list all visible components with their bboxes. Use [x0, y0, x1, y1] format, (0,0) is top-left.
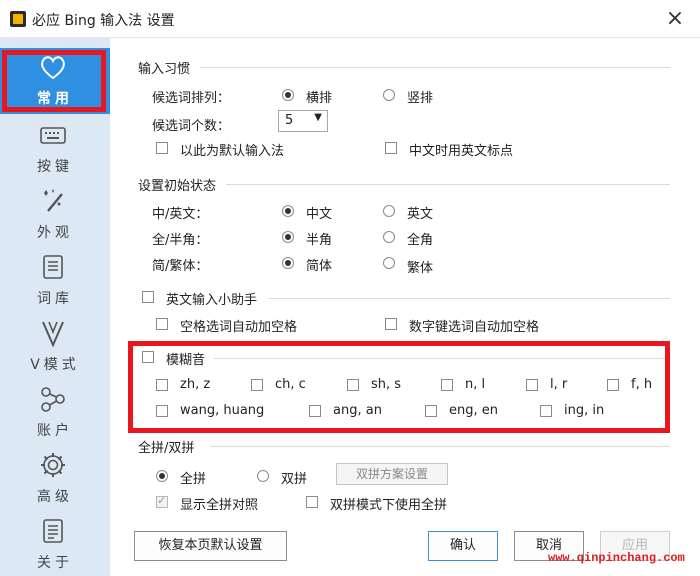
sidebar-item-label: 账户 — [37, 423, 73, 439]
settings-panel: 输入习惯 候选词排列： 横排 竖排 候选词个数： 5 ▼ 以此为默认输入法 中文… — [110, 38, 700, 576]
candidate-order-label: 候选词排列： — [152, 91, 231, 106]
section-divider — [226, 184, 670, 185]
digit-select-checkbox[interactable] — [385, 318, 397, 330]
section-divider — [268, 298, 670, 299]
dropdown-arrow-icon: ▼ — [314, 112, 322, 123]
initial-chinese-label: 中文 — [306, 207, 333, 222]
order-horizontal-label: 横排 — [306, 91, 333, 106]
digit-select-label: 数字键选词自动加空格 — [409, 320, 540, 335]
keyboard-icon — [40, 127, 66, 144]
candidate-count-value: 5 — [285, 113, 294, 128]
sidebar-nav: 常用 按键 外观 词库 V模式 账户 高级 关于 — [0, 38, 110, 576]
sidebar-item-account[interactable]: 账户 — [0, 380, 110, 446]
initial-chinese-radio[interactable] — [282, 205, 294, 217]
sidebar-item-dictionary[interactable]: 词库 — [0, 248, 110, 314]
full-pinyin-radio[interactable] — [156, 470, 168, 482]
candidate-count-select[interactable]: 5 ▼ — [278, 110, 328, 132]
half-width-label: 半角 — [306, 233, 333, 248]
default-ime-label: 以此为默认输入法 — [180, 144, 285, 159]
initial-english-label: 英文 — [407, 207, 434, 222]
initial-english-radio[interactable] — [383, 205, 395, 217]
show-full-pinyin-checkbox[interactable] — [156, 494, 168, 508]
cn-en-label: 中/英文： — [152, 207, 209, 222]
highlight-frame-fuzzy — [128, 341, 670, 433]
watermark-text: www.qinpinchang.com — [548, 551, 685, 565]
traditional-radio[interactable] — [383, 257, 395, 269]
order-horizontal-radio[interactable] — [282, 89, 294, 101]
gear-icon — [41, 453, 65, 477]
section-divider — [200, 67, 670, 68]
order-vertical-radio[interactable] — [383, 89, 395, 101]
sidebar-item-label: 高级 — [37, 489, 73, 505]
highlight-frame-common — [2, 50, 106, 112]
sidebar-item-advanced[interactable]: 高级 — [0, 446, 110, 512]
sidebar-item-label: V模式 — [30, 357, 80, 373]
full-width-label: 全角 — [407, 233, 434, 248]
show-full-pinyin-label: 显示全拼对照 — [180, 498, 259, 513]
sidebar-item-label: 按键 — [37, 159, 73, 175]
half-width-radio[interactable] — [282, 231, 294, 243]
ok-button[interactable]: 确认 — [428, 531, 498, 561]
section-title-habits: 输入习惯 — [138, 62, 191, 77]
order-vertical-label: 竖排 — [407, 91, 434, 106]
english-helper-title: 英文输入小助手 — [166, 293, 258, 308]
sidebar-item-keys[interactable]: 按键 — [0, 116, 110, 182]
default-ime-checkbox[interactable] — [156, 142, 168, 154]
double-pinyin-radio[interactable] — [257, 470, 269, 482]
full-width-radio[interactable] — [383, 231, 395, 243]
use-full-in-double-label: 双拼模式下使用全拼 — [330, 498, 448, 513]
use-full-in-double-checkbox[interactable] — [306, 496, 318, 508]
traditional-label: 繁体 — [407, 261, 434, 276]
candidate-count-label: 候选词个数： — [152, 119, 231, 134]
v-mode-icon — [42, 321, 64, 348]
app-logo-icon — [10, 11, 26, 27]
width-label: 全/半角： — [152, 233, 209, 248]
section-title-pinyin: 全拼/双拼 — [138, 441, 195, 456]
space-select-label: 空格选词自动加空格 — [180, 320, 298, 335]
section-divider — [210, 446, 670, 447]
space-select-checkbox[interactable] — [156, 318, 168, 330]
simplified-radio[interactable] — [282, 257, 294, 269]
document-icon — [43, 519, 63, 543]
english-punct-checkbox[interactable] — [385, 142, 397, 154]
sidebar-item-appearance[interactable]: 外观 — [0, 182, 110, 248]
simplified-label: 简体 — [306, 259, 333, 274]
brush-sparkle-icon — [44, 189, 63, 212]
window-title: 必应 Bing 输入法 设置 — [32, 13, 175, 29]
share-nodes-icon — [41, 387, 65, 412]
english-helper-checkbox[interactable] — [142, 291, 154, 303]
double-scheme-button[interactable]: 双拼方案设置 — [336, 463, 448, 485]
sidebar-item-about[interactable]: 关于 — [0, 512, 110, 576]
double-pinyin-label: 双拼 — [281, 472, 308, 487]
close-button[interactable]: × — [662, 6, 688, 32]
english-punct-label: 中文时用英文标点 — [409, 144, 514, 159]
sidebar-item-v-mode[interactable]: V模式 — [0, 314, 110, 380]
restore-defaults-button[interactable]: 恢复本页默认设置 — [134, 531, 287, 561]
sidebar-item-label: 词库 — [37, 291, 73, 307]
sidebar-item-label: 关于 — [37, 555, 73, 571]
book-list-icon — [43, 255, 63, 279]
sidebar-item-label: 外观 — [37, 225, 73, 241]
title-bar: 必应 Bing 输入法 设置 × — [0, 0, 700, 38]
section-title-initial-state: 设置初始状态 — [138, 179, 217, 194]
full-pinyin-label: 全拼 — [180, 472, 207, 487]
script-label: 简/繁体： — [152, 259, 209, 274]
